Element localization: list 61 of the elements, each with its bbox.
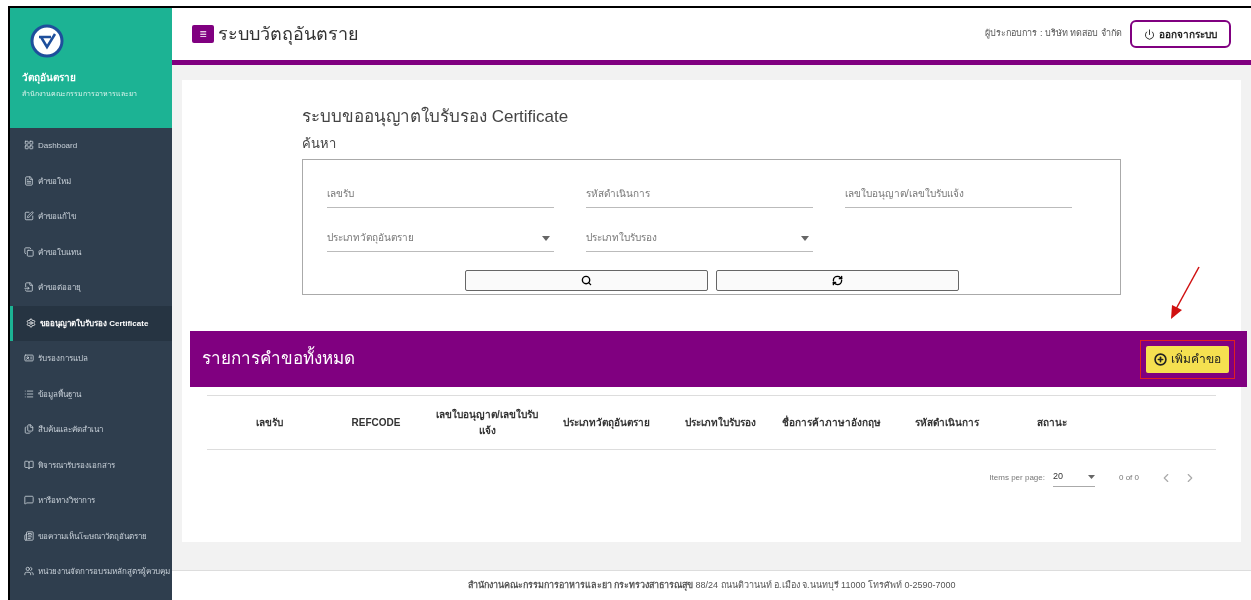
sidebar-item[interactable]: หน่วยงานจัดการอบรมหลักสูตรผู้ควบคุม [10,554,172,590]
logo-icon [30,24,64,58]
sidebar-item[interactable]: คำขอแก้ไข [10,199,172,235]
search-icon [580,275,592,286]
files-icon [24,424,34,434]
sidebar-item[interactable]: หารือทางวิชาการ [10,483,172,519]
input-field[interactable]: เลขใบอนุญาต/เลขใบรับแจ้ง [845,168,1072,208]
refresh-icon [831,275,843,286]
sidebar-item[interactable]: พิจารณารับรองเอกสาร [10,447,172,483]
sidebar-item[interactable]: ข้อมูลพื้นฐาน [10,376,172,412]
caret-icon [801,236,809,241]
sidebar-item[interactable]: คำขอใหม่ [10,163,172,199]
copy-icon [24,246,34,257]
column-header: สถานะ [1036,415,1068,430]
chat-icon [24,495,34,505]
power-icon [1144,28,1155,40]
column-header: ประเภทวัตถุอันตราย [561,415,651,431]
sidebar-item[interactable]: คำขอต่ออายุ [10,270,172,306]
column-header: REFCODE [350,415,402,430]
select-field[interactable]: ประเภทวัตถุอันตราย [327,212,554,252]
footer-text: สำนักงานคณะกรรมการอาหารและยา กระทรวงสาธารณสุข 88/24 ถนนติวานนท์ อ.เมือง จ.นนทบุรี 11000 โทรศัพท์ 0-2590-7000 [467,578,956,593]
operator-label: ผู้ประกอบการ : บริษัท ทดสอบ จำกัด [985,27,1122,41]
input-field[interactable]: รหัสดำเนินการ [586,168,813,208]
gear-icon [26,317,36,328]
book-icon [24,459,34,470]
column-header: รหัสดำเนินการ [914,415,980,430]
add-request-button[interactable]: เพิ่มคำขอ [1146,345,1229,373]
sidebar-item[interactable]: ขออนุญาตใบรับรอง Certificate [10,305,172,341]
sidebar-item[interactable]: คำขอใบแทน [10,234,172,270]
caret-icon [542,236,550,241]
logout-button[interactable]: ออกจากระบบ [1130,20,1231,48]
input-field[interactable]: เลขรับ [327,168,554,208]
sidebar-item[interactable]: Dashboard [10,128,172,164]
column-header: ประเภทใบรับรอง [683,415,757,430]
sidebar-item[interactable]: รับรองการแปล [10,341,172,377]
section-title: ค้นหา [302,134,337,153]
import-icon [24,282,34,292]
sidebar-item[interactable]: ขอความเห็นโฆษณาวัตถุอันตราย [10,518,172,554]
list-title: รายการคำขอทั้งหมด [202,346,355,372]
users-icon [24,566,34,576]
menu-button[interactable]: ≡ [192,25,214,43]
newspaper-icon [24,530,34,541]
column-header: เลขรับ [254,415,284,430]
sidebar-item[interactable]: สืบค้นและคัดสำเนา [10,412,172,448]
page-title: ระบบขออนุญาตใบรับรอง Certificate [302,105,570,129]
app-title: ระบบวัตถุอันตราย [218,22,359,47]
range-label: 0 of 0 [1119,472,1139,485]
grid-icon [24,140,34,150]
annotation-arrow [1169,265,1201,321]
caret-icon [1088,474,1095,479]
plus-icon [1154,352,1167,366]
brand-title: วัตถุอันตราย [22,71,77,85]
edit-icon [24,211,34,221]
column-header: เลขใบอนุญาต/เลขใบรับแจ้ง [435,407,539,438]
column-header: ชื่อการค้าภาษาอังกฤษ [780,414,882,430]
items-per-page-label: Items per page: [989,472,1045,485]
document-icon [24,175,34,186]
id-card-icon [24,353,34,363]
select-field[interactable]: ประเภทใบรับรอง [586,212,813,252]
page-size-select[interactable]: 20 [1053,470,1095,487]
list-icon [24,388,34,399]
